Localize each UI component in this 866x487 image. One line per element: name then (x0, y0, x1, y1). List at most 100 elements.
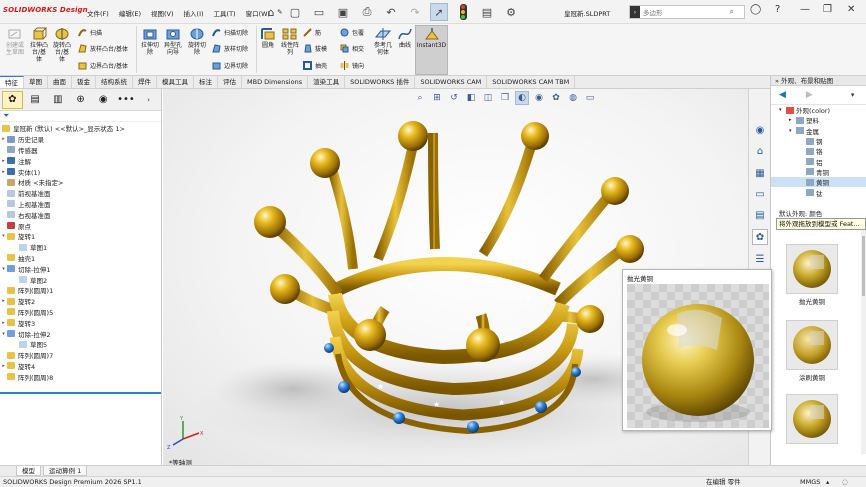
tree-item[interactable]: ▸ 注解 (0, 155, 161, 166)
expand-arrow-icon[interactable]: ▸ (0, 169, 7, 175)
appearance-tree-item[interactable]: 黄铜 (771, 177, 866, 188)
menu-edit[interactable]: 编辑(E) (114, 8, 146, 18)
expand-arrow-icon[interactable]: ▸ (0, 298, 7, 304)
rebuild-status-icon[interactable]: ◌ (842, 477, 848, 487)
expand-arrow-icon[interactable]: ▸ (0, 136, 7, 142)
open-folder-icon[interactable]: ▭ (310, 3, 328, 21)
appearance-swatch-brushed-brass[interactable]: 涂刷黄铜 (786, 320, 838, 382)
tree-item[interactable]: 阵列(圆周)8 (0, 371, 161, 382)
tree-item[interactable]: ▸ 实体(1) (0, 166, 161, 177)
expand-arrow-icon[interactable]: ▸ (0, 158, 7, 164)
appearance-tree-item[interactable]: ▾ 金属 (771, 126, 866, 136)
tree-item[interactable]: 阵列(圆周)7 (0, 350, 161, 361)
revolved-boss-button[interactable]: 旋转凸 台/基 体 (51, 27, 73, 63)
tab-evaluate[interactable]: 评估 (218, 76, 242, 88)
shell-button[interactable]: 抽壳 (303, 60, 327, 71)
tree-item[interactable]: ▸ 旋转2 (0, 296, 161, 307)
redo-icon[interactable]: ↷ (406, 3, 424, 21)
menu-view[interactable]: 视图(V) (146, 8, 179, 18)
tree-item[interactable]: 阵列(圆周)5 (0, 307, 161, 318)
sweep-button[interactable]: 扫描 (78, 27, 102, 38)
appearance-tree-item[interactable]: ▾ 外观(color) (771, 105, 866, 115)
collapse-arrow-icon[interactable]: ▾ (0, 233, 7, 239)
search-box[interactable]: › 多边形 ⌕ (629, 5, 745, 19)
restore-icon[interactable]: ❐ (823, 4, 832, 15)
menu-file[interactable]: 文件(F) (82, 8, 114, 18)
tree-item[interactable]: ▾ 切除-拉伸1 (0, 263, 161, 274)
tab-solidworks-addins[interactable]: SOLIDWORKS 插件 (345, 76, 416, 88)
more-tabs-icon[interactable]: ••• (116, 91, 137, 109)
tab-sheet-metal[interactable]: 钣金 (72, 76, 96, 88)
tree-item[interactable]: 阵列(圆周)1 (0, 285, 161, 296)
tab-features[interactable]: 特征 (0, 76, 24, 88)
tree-item[interactable]: ▸ 旋转3 (0, 317, 161, 328)
tab-surfaces[interactable]: 曲面 (48, 76, 72, 88)
appearance-tab-icon[interactable]: ✿ (2, 90, 23, 109)
home-icon[interactable]: ⌂ (262, 3, 280, 21)
appearance-tree-item[interactable]: 青铜 (771, 167, 866, 177)
boundary-boss-button[interactable]: 边界凸台/基体 (78, 60, 128, 71)
appearances-tab-icon[interactable]: ✿ (752, 229, 768, 245)
tree-item[interactable]: 上视基准面 (0, 199, 161, 210)
tree-item[interactable]: ▸ 旋转4 (0, 361, 161, 372)
tree-item[interactable]: 原点 (0, 220, 161, 231)
expand-arrow-icon[interactable]: ▸ (0, 320, 7, 326)
appearance-swatch-polished-brass[interactable]: 抛光黄铜 (786, 244, 838, 306)
tab-model[interactable]: 模型 (16, 466, 41, 476)
tree-item[interactable]: 右视基准面 (0, 209, 161, 220)
display-manager-tab-icon[interactable]: ◉ (93, 91, 114, 109)
panel-splitter[interactable] (0, 392, 161, 394)
expand-arrow-icon[interactable]: ▸ (0, 363, 7, 369)
expand-arrow-icon[interactable]: ▸ (789, 117, 796, 123)
tab-sketch[interactable]: 草图 (24, 76, 48, 88)
tab-solidworks-cam-tbm[interactable]: SOLIDWORKS CAM TBM (487, 76, 576, 88)
instant3d-button[interactable]: Instant3D (415, 25, 448, 75)
configuration-manager-tab-icon[interactable]: ⊕ (70, 91, 91, 109)
file-explorer-icon[interactable]: ▦ (752, 165, 768, 181)
filter-icon[interactable]: ⏷ (0, 111, 161, 122)
appearance-tree-item[interactable]: 铝 (771, 156, 866, 167)
save-icon[interactable]: ▣ (334, 3, 352, 21)
mirror-button[interactable]: 镜向 (340, 60, 364, 71)
chevrons-icon[interactable]: » (775, 77, 779, 85)
appearance-tree-item[interactable]: 钢 (771, 136, 866, 146)
fillet-button[interactable]: 圆角 (258, 27, 278, 49)
search-icon[interactable]: ⌕ (730, 7, 734, 17)
tree-item[interactable]: ▾ 切除-拉伸2 (0, 328, 161, 339)
view-palette-icon[interactable]: ▭ (752, 186, 768, 202)
wrap-button[interactable]: 包覆 (340, 27, 364, 38)
revolved-cut-button[interactable]: 旋转切 除 (186, 27, 208, 56)
collapse-arrow-icon[interactable]: ▾ (0, 331, 7, 337)
user-account-icon[interactable]: ◯ (750, 4, 761, 15)
rib-button[interactable]: 筋 (303, 27, 321, 38)
tree-item[interactable]: 材质 <未指定> (0, 177, 161, 188)
hole-wizard-button[interactable]: 异型孔 向导 (162, 27, 184, 56)
help-icon[interactable]: ? (775, 4, 780, 15)
loft-button[interactable]: 放样凸台/基体 (78, 43, 128, 54)
tab-mold-tools[interactable]: 模具工具 (157, 76, 194, 88)
new-document-icon[interactable]: ▢ (286, 3, 304, 21)
draft-button[interactable]: 拔模 (303, 43, 327, 54)
tree-item[interactable]: 草图1 (0, 242, 161, 253)
appearance-tree-item[interactable]: 钛 (771, 187, 866, 198)
tree-item[interactable]: ▾ 旋转1 (0, 231, 161, 242)
property-manager-tab-icon[interactable]: ▥ (47, 91, 68, 109)
tab-solidworks-cam[interactable]: SOLIDWORKS CAM (415, 76, 488, 88)
appearance-swatch-brass[interactable] (786, 394, 838, 446)
options-gear-icon[interactable]: ⚙ (502, 3, 520, 21)
tab-render-tools[interactable]: 渲染工具 (308, 76, 346, 88)
close-icon[interactable]: ✕ (847, 4, 855, 15)
tab-mbd-dimensions[interactable]: MBD Dimensions (242, 76, 309, 88)
task-pane-scrollbar[interactable] (861, 226, 866, 454)
select-pointer-icon[interactable]: ➚ (430, 3, 448, 21)
tree-root[interactable]: 皇冠新 (默认) <<默认>_显示状态 1> (0, 123, 161, 134)
search-input[interactable]: 多边形 (643, 7, 663, 17)
custom-properties-icon[interactable]: ▤ (752, 207, 768, 223)
tab-weldments[interactable]: 焊件 (133, 76, 157, 88)
next-tab-icon[interactable]: › (138, 91, 159, 109)
boundary-cut-button[interactable]: 边界切除 (212, 60, 248, 71)
tree-item[interactable]: 草图2 (0, 274, 161, 285)
curves-button[interactable]: 曲线 (395, 27, 415, 49)
linear-pattern-button[interactable]: 线性阵 列 (279, 27, 301, 56)
forward-icon[interactable]: ▶ (806, 90, 813, 100)
